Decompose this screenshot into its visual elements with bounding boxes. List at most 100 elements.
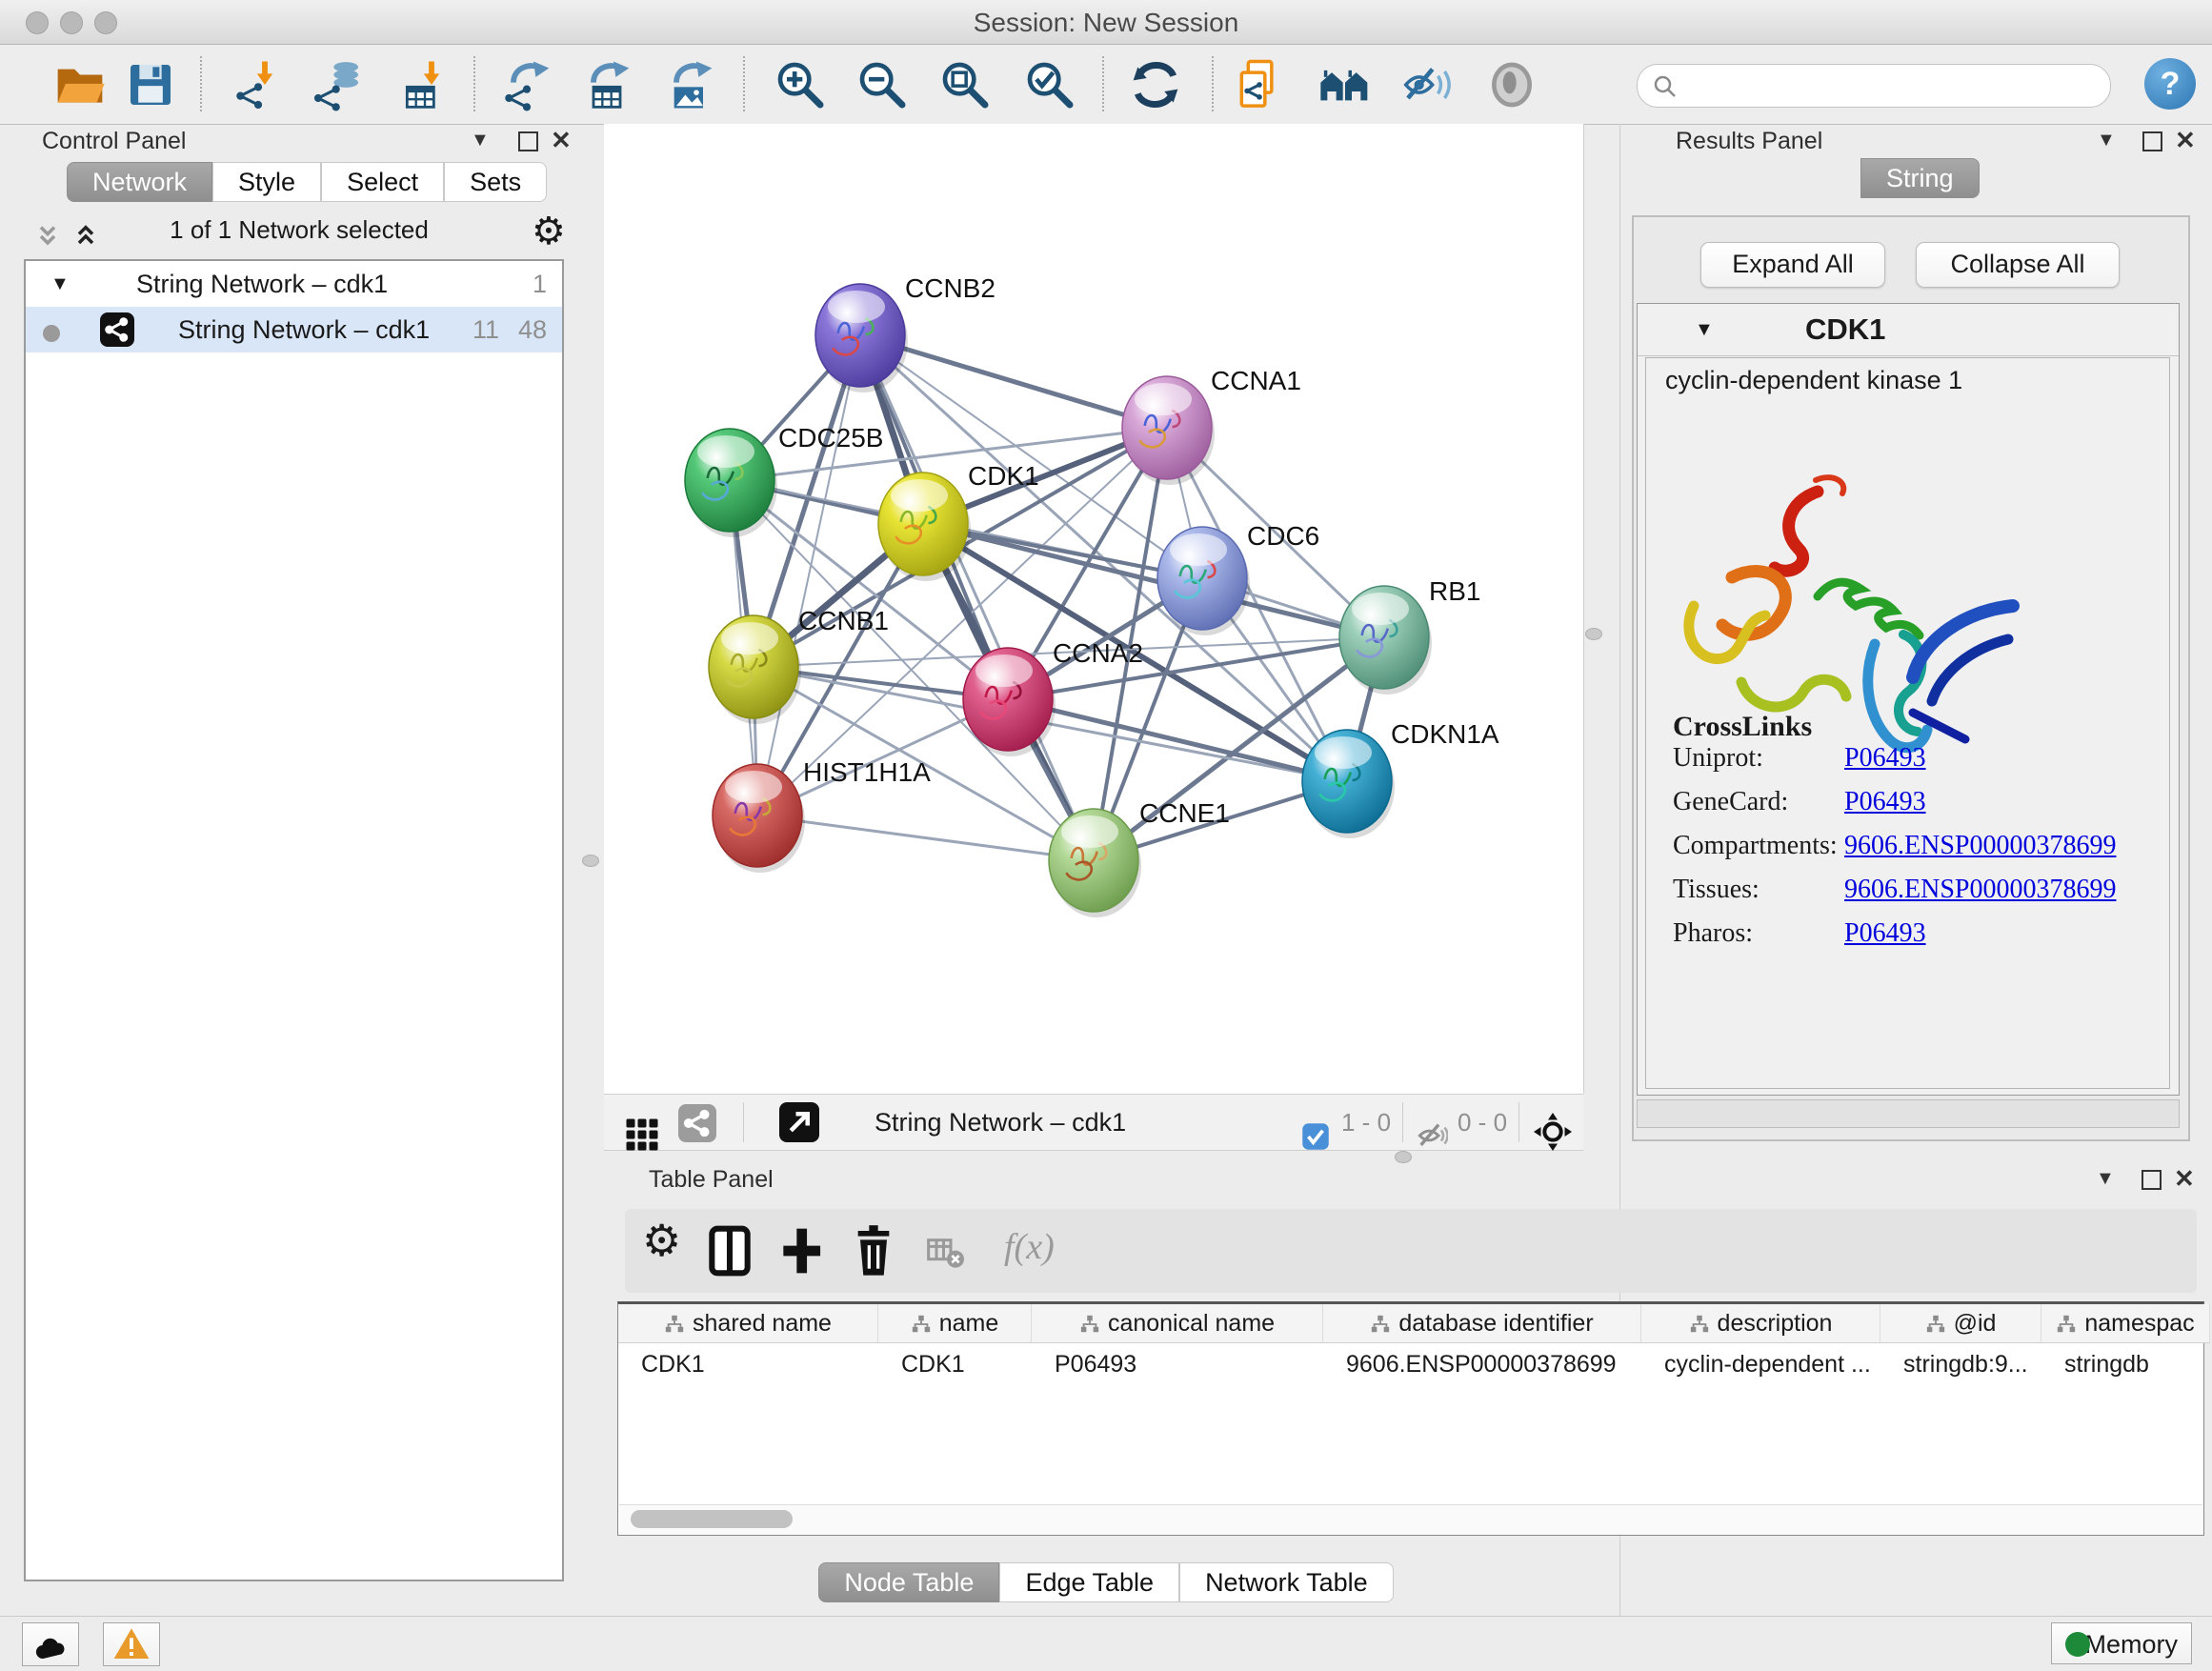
table-cell[interactable]: CDK1 — [618, 1343, 877, 1385]
panel-float-icon[interactable] — [2142, 131, 2162, 156]
network-row[interactable]: String Network – cdk1 11 48 — [26, 307, 562, 352]
network-edge-HIST1H1A-CCNE1[interactable] — [757, 815, 1094, 860]
network-node-CCNB2[interactable] — [815, 284, 908, 393]
panel-float-icon[interactable] — [2142, 1170, 2162, 1195]
network-node-CDK1[interactable] — [878, 473, 971, 581]
tab-string[interactable]: String — [1860, 158, 1980, 198]
network-node-HIST1H1A[interactable] — [713, 764, 805, 873]
crosslink-link[interactable]: P06493 — [1844, 918, 1926, 948]
crosslink-link[interactable]: P06493 — [1844, 743, 1926, 773]
columns-icon[interactable] — [703, 1224, 756, 1278]
crosslink-link[interactable]: 9606.ENSP00000378699 — [1844, 831, 2116, 860]
protein-section-header[interactable]: ▼ CDK1 — [1638, 304, 2179, 356]
birdseye-grid-icon[interactable] — [625, 1107, 659, 1162]
crosslink-link[interactable]: 9606.ENSP00000378699 — [1844, 875, 2116, 904]
panel-menu-icon[interactable]: ▼ — [2096, 1168, 2115, 1190]
crosslink-link[interactable]: P06493 — [1844, 787, 1926, 816]
string-badge-icon[interactable] — [678, 1104, 716, 1142]
tab-network[interactable]: Network — [67, 162, 212, 202]
collapse-all-icon[interactable] — [34, 223, 61, 250]
string-home-icon[interactable] — [1318, 58, 1372, 111]
table-hscroll-thumb[interactable] — [631, 1510, 793, 1528]
memory-button[interactable]: Memory — [2051, 1622, 2192, 1664]
tab-edge-table[interactable]: Edge Table — [999, 1562, 1179, 1602]
results-panel-title: Results Panel — [1676, 128, 1822, 155]
tab-style[interactable]: Style — [212, 162, 321, 202]
network-node-CDKN1A[interactable] — [1302, 730, 1395, 838]
selected-checkbox-icon[interactable] — [1301, 1109, 1330, 1164]
table-hscrollbar[interactable] — [619, 1504, 2202, 1534]
table-cell[interactable]: CDK1 — [878, 1343, 1031, 1385]
tab-sets[interactable]: Sets — [444, 162, 547, 202]
expand-all-icon[interactable] — [72, 223, 99, 250]
tab-node-table[interactable]: Node Table — [818, 1562, 999, 1602]
import-table-file-icon[interactable] — [398, 58, 452, 111]
network-node-RB1[interactable] — [1339, 586, 1432, 695]
import-network-file-icon[interactable] — [231, 58, 285, 111]
gear-icon[interactable]: ⚙ — [642, 1215, 681, 1266]
selected-count: 1 - 0 — [1341, 1095, 1391, 1150]
hide-unhide-icon[interactable] — [1401, 58, 1455, 111]
table-cell[interactable]: cyclin-dependent ... — [1641, 1343, 1880, 1385]
table-cell[interactable]: 9606.ENSP00000378699 — [1323, 1343, 1640, 1385]
column-header-name[interactable]: name — [878, 1304, 1032, 1343]
show-graphics-icon[interactable] — [1485, 58, 1538, 111]
table-cell[interactable]: stringdb — [2041, 1343, 2209, 1385]
network-node-CCNB1[interactable] — [709, 615, 801, 724]
zoom-in-icon[interactable] — [774, 58, 827, 111]
collapse-all-button[interactable]: Collapse All — [1916, 242, 2120, 288]
open-string-file-icon[interactable] — [1233, 58, 1286, 111]
column-header-namespac[interactable]: namespac — [2041, 1304, 2210, 1343]
column-header-database-identifier[interactable]: database identifier — [1323, 1304, 1641, 1343]
column-header-description[interactable]: description — [1641, 1304, 1880, 1343]
refresh-icon[interactable] — [1129, 58, 1182, 111]
help-button[interactable]: ? — [2144, 58, 2196, 110]
splitter-handle[interactable] — [1585, 628, 1602, 640]
cloud-button[interactable] — [22, 1622, 79, 1666]
network-node-CCNE1[interactable] — [1049, 809, 1141, 917]
network-edge-CCNB2-HIST1H1A[interactable] — [757, 335, 860, 815]
panel-close-icon[interactable]: ✕ — [2174, 1164, 2195, 1194]
tab-select[interactable]: Select — [321, 162, 444, 202]
panel-close-icon[interactable]: ✕ — [551, 126, 572, 155]
fit-content-crosshair-icon[interactable] — [1534, 1104, 1572, 1159]
gear-icon[interactable]: ⚙ — [532, 210, 566, 253]
export-network-icon[interactable] — [500, 58, 553, 111]
export-image-icon[interactable] — [663, 58, 716, 111]
save-session-icon[interactable] — [124, 58, 177, 111]
panel-menu-icon[interactable]: ▼ — [471, 130, 490, 151]
column-header-shared-name[interactable]: shared name — [618, 1304, 878, 1343]
zoom-selected-icon[interactable] — [1023, 58, 1076, 111]
column-header-canonical-name[interactable]: canonical name — [1032, 1304, 1323, 1343]
import-network-database-icon[interactable] — [312, 58, 365, 111]
title-bar: Session: New Session — [0, 0, 2212, 45]
tab-network-table[interactable]: Network Table — [1179, 1562, 1394, 1602]
network-node-CCNA1[interactable] — [1122, 376, 1215, 485]
network-canvas[interactable]: CCNB2CCNA1CDC25BCDK1CDC6RB1CCNB1CCNA2CDK… — [604, 124, 1584, 1094]
network-collection-row[interactable]: ▼ String Network – cdk1 1 — [26, 261, 562, 307]
export-view-icon[interactable] — [779, 1102, 819, 1142]
results-scrollbar[interactable] — [1637, 1099, 2180, 1128]
collection-label: String Network – cdk1 — [136, 261, 388, 307]
open-session-icon[interactable] — [53, 58, 107, 111]
collapse-triangle-icon[interactable]: ▼ — [50, 261, 70, 307]
panel-close-icon[interactable]: ✕ — [2175, 126, 2196, 155]
table-cell[interactable]: stringdb:9... — [1880, 1343, 2041, 1385]
add-column-icon[interactable] — [774, 1224, 828, 1278]
zoom-fit-icon[interactable] — [938, 58, 992, 111]
warnings-button[interactable] — [103, 1622, 160, 1666]
network-node-CCNA2[interactable] — [963, 648, 1056, 756]
panel-menu-icon[interactable]: ▼ — [2097, 130, 2116, 151]
window-title: Session: New Session — [0, 8, 2212, 38]
panel-float-icon[interactable] — [518, 131, 538, 156]
table-cell[interactable]: P06493 — [1032, 1343, 1322, 1385]
delete-column-icon[interactable] — [847, 1224, 900, 1278]
splitter-handle[interactable] — [582, 855, 599, 867]
export-table-icon[interactable] — [580, 58, 633, 111]
expand-all-button[interactable]: Expand All — [1700, 242, 1885, 288]
search-input[interactable] — [1637, 64, 2111, 108]
zoom-out-icon[interactable] — [855, 58, 909, 111]
collapse-triangle-icon[interactable]: ▼ — [1695, 304, 1714, 355]
column-header--id[interactable]: @id — [1880, 1304, 2041, 1343]
hidden-eye-icon[interactable] — [1416, 1108, 1448, 1163]
